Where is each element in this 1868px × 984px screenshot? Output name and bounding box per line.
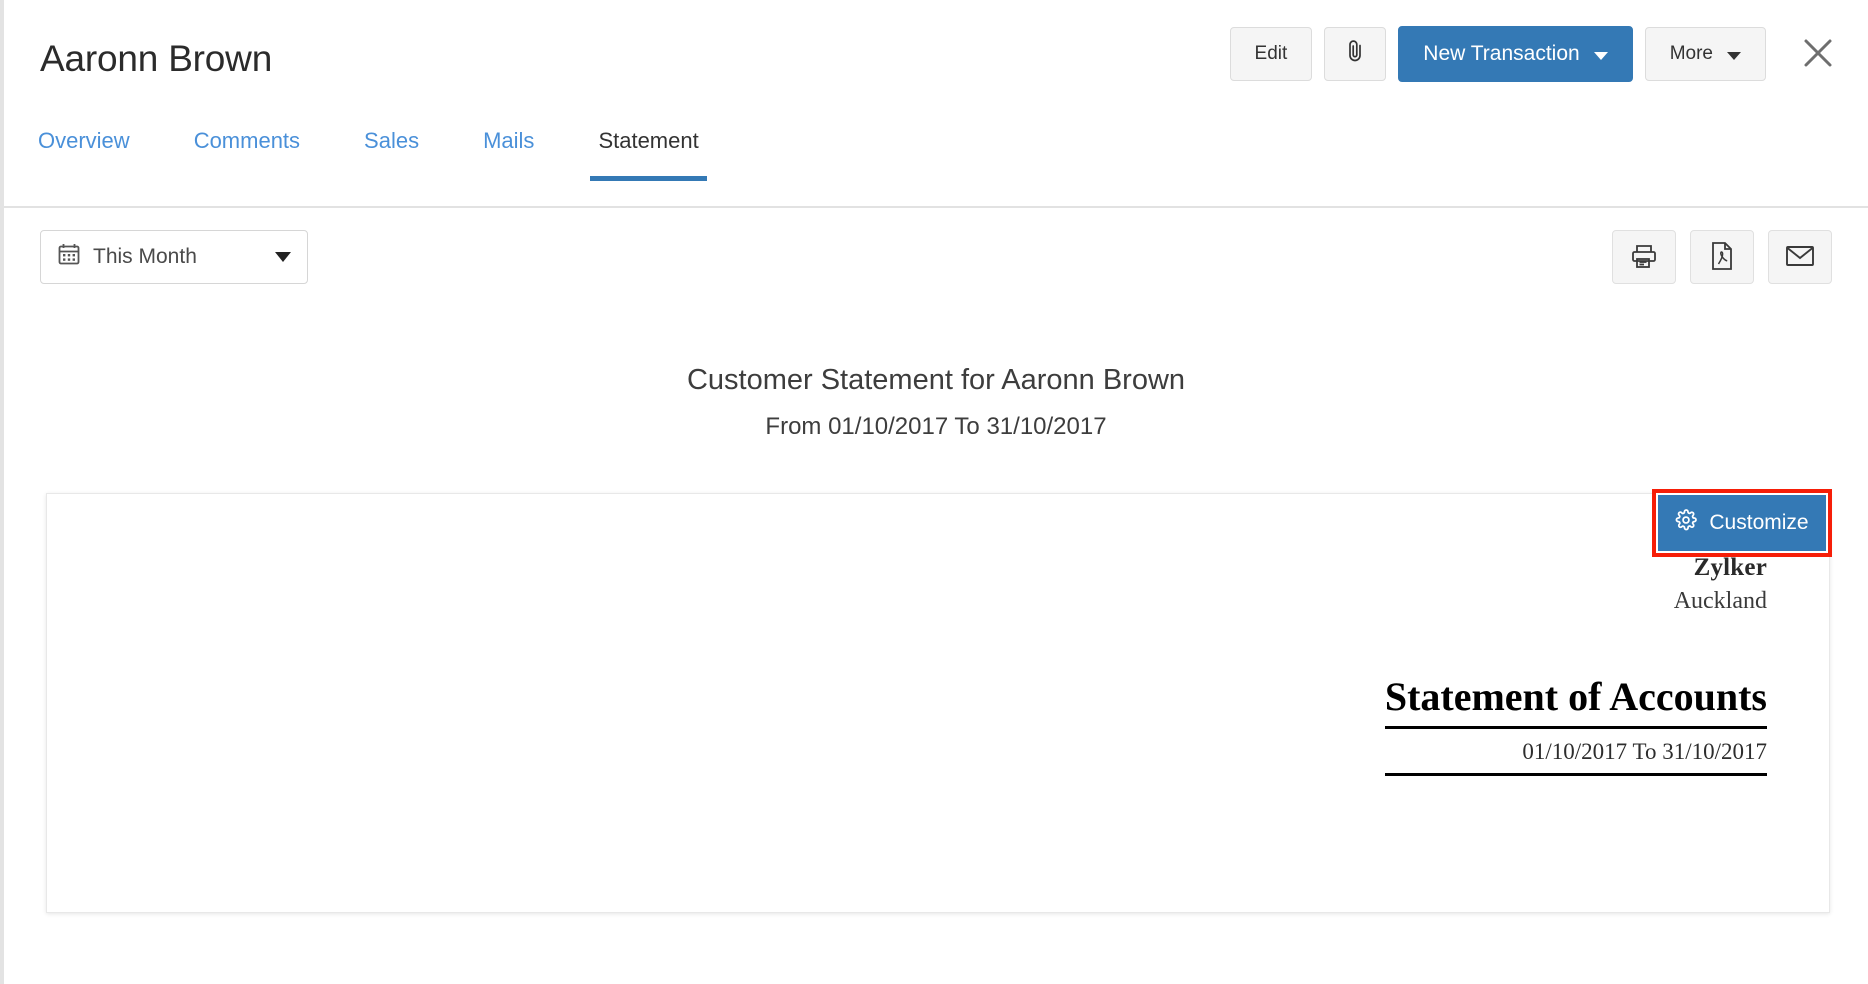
more-button-label: More	[1670, 43, 1713, 65]
page-header: Aaronn Brown Edit New Transaction More	[4, 0, 1868, 118]
gear-icon	[1675, 509, 1697, 537]
tab-bar: Overview Comments Sales Mails Statement	[4, 118, 1868, 208]
statement-of-accounts-title: Statement of Accounts	[1385, 673, 1767, 729]
date-range-dropdown[interactable]: This Month	[40, 230, 308, 284]
statement-toolbar: This Month	[4, 208, 1868, 306]
tab-sales[interactable]: Sales	[356, 118, 427, 176]
tab-overview[interactable]: Overview	[30, 118, 138, 176]
chevron-down-icon	[275, 252, 291, 262]
date-range-value: This Month	[93, 245, 263, 269]
new-transaction-button[interactable]: New Transaction	[1398, 26, 1632, 82]
customize-button-label: Customize	[1709, 511, 1808, 535]
header-actions: Edit New Transaction More	[1230, 26, 1844, 82]
customer-statement-page: Aaronn Brown Edit New Transaction More	[0, 0, 1868, 984]
statement-document-body: Zylker Auckland Statement of Accounts 01…	[47, 494, 1829, 776]
print-button[interactable]	[1612, 230, 1676, 284]
organization-address: Auckland	[109, 588, 1767, 615]
chevron-down-icon	[1727, 52, 1741, 60]
close-button[interactable]	[1792, 28, 1844, 80]
pdf-icon	[1709, 241, 1735, 274]
statement-heading: Customer Statement for Aaronn Brown From…	[4, 364, 1868, 441]
statement-action-icons	[1612, 230, 1832, 284]
tab-mails[interactable]: Mails	[475, 118, 542, 176]
statement-document-wrap: Zylker Auckland Statement of Accounts 01…	[46, 493, 1830, 913]
page-title: Aaronn Brown	[40, 38, 272, 80]
tab-comments[interactable]: Comments	[186, 118, 308, 176]
statement-date-range: From 01/10/2017 To 31/10/2017	[4, 413, 1868, 441]
pdf-button[interactable]	[1690, 230, 1754, 284]
edit-button-label: Edit	[1255, 43, 1288, 65]
attachment-icon	[1345, 39, 1365, 69]
edit-button[interactable]: Edit	[1230, 27, 1313, 81]
print-icon	[1630, 242, 1658, 273]
tab-statement[interactable]: Statement	[590, 118, 706, 181]
statement-document-card: Zylker Auckland Statement of Accounts 01…	[46, 493, 1830, 913]
chevron-down-icon	[1594, 52, 1608, 60]
calendar-icon	[57, 242, 81, 272]
attachment-button[interactable]	[1324, 27, 1386, 81]
new-transaction-label: New Transaction	[1423, 42, 1579, 66]
email-icon	[1785, 244, 1815, 271]
customize-button[interactable]: Customize	[1658, 495, 1826, 551]
statement-of-accounts-range: 01/10/2017 To 31/10/2017	[1385, 729, 1767, 776]
email-button[interactable]	[1768, 230, 1832, 284]
close-icon	[1801, 36, 1835, 73]
customize-highlight-box: Customize	[1652, 489, 1832, 557]
statement-title: Customer Statement for Aaronn Brown	[4, 364, 1868, 397]
statement-of-accounts-block: Statement of Accounts 01/10/2017 To 31/1…	[1385, 673, 1767, 776]
organization-name: Zylker	[109, 554, 1767, 582]
more-button[interactable]: More	[1645, 27, 1766, 81]
